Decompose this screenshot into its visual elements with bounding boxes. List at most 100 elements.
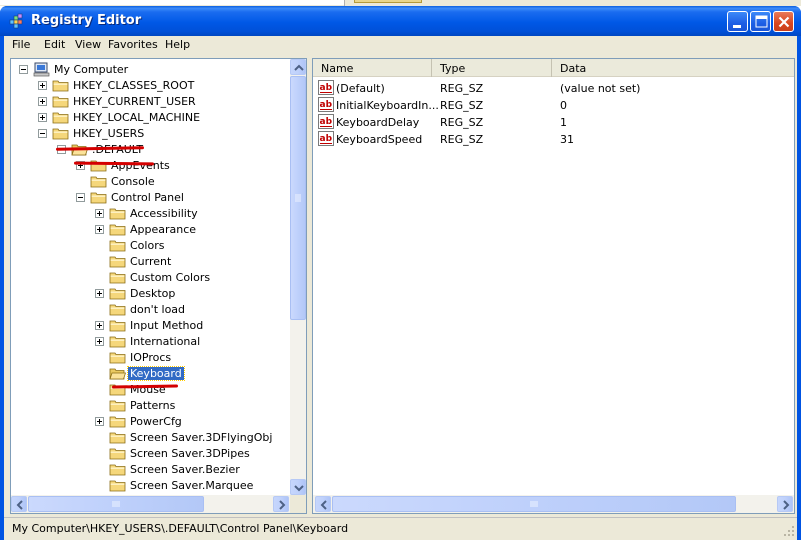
tree-node[interactable]: don't load	[11, 302, 289, 318]
expand-plus-icon[interactable]	[38, 97, 47, 106]
tree-scroll-right-button[interactable]	[273, 496, 289, 512]
tree-node-label[interactable]: HKEY_CLASSES_ROOT	[71, 79, 196, 92]
tree-node[interactable]: Screen Saver.Marquee	[11, 478, 289, 494]
tree-node-label[interactable]: Keyboard	[127, 366, 185, 381]
minimize-button[interactable]	[727, 11, 748, 32]
expand-plus-icon[interactable]	[95, 321, 104, 330]
tree-node-label[interactable]: Screen Saver.Bezier	[128, 463, 242, 476]
tree-node[interactable]: Input Method	[11, 318, 289, 334]
expand-plus-icon[interactable]	[95, 225, 104, 234]
folder-icon	[52, 112, 69, 124]
collapse-minus-icon[interactable]	[19, 65, 28, 74]
value-row[interactable]: ab InitialKeyboardIn... REG_SZ 0	[313, 97, 794, 114]
client-area: File Edit View Favorites Help My Compute…	[4, 36, 797, 540]
tree-node-label[interactable]: Appearance	[128, 223, 198, 236]
tree-node[interactable]: HKEY_CURRENT_USER	[11, 94, 289, 110]
tree-node[interactable]: Current	[11, 254, 289, 270]
tree-node-label[interactable]: Colors	[128, 239, 166, 252]
collapse-minus-icon[interactable]	[38, 129, 47, 138]
expand-plus-icon[interactable]	[95, 209, 104, 218]
tree-scroll-down-button[interactable]	[290, 479, 306, 495]
tree-node-label[interactable]: PowerCfg	[128, 415, 184, 428]
tree-node-label[interactable]: HKEY_LOCAL_MACHINE	[71, 111, 202, 124]
tree-node-label[interactable]: Patterns	[128, 399, 177, 412]
tree-scroll-thumb[interactable]	[290, 76, 306, 320]
tree-node[interactable]: Screen Saver.3DPipes	[11, 446, 289, 462]
expand-plus-icon[interactable]	[38, 81, 47, 90]
tree-node[interactable]: Accessibility	[11, 206, 289, 222]
tree-node-label[interactable]: Accessibility	[128, 207, 200, 220]
collapse-minus-icon[interactable]	[76, 193, 85, 202]
tree-node-label[interactable]: Console	[109, 175, 157, 188]
expand-plus-icon[interactable]	[38, 113, 47, 122]
close-button[interactable]	[773, 11, 794, 32]
tree-node[interactable]: Screen Saver.Bezier	[11, 462, 289, 478]
tree-node-label[interactable]: HKEY_USERS	[71, 127, 146, 140]
tree-scroll-up-button[interactable]	[290, 59, 306, 75]
tree-node[interactable]: AppEvents	[11, 158, 289, 174]
tree-node-label[interactable]: Screen Saver.3DFlyingObj	[128, 431, 274, 444]
menu-help[interactable]: Help	[165, 38, 190, 51]
tree-node[interactable]: Screen Saver.3DFlyingObj	[11, 430, 289, 446]
tree-node-label[interactable]: My Computer	[52, 63, 130, 76]
maximize-button[interactable]	[750, 11, 771, 32]
tree-node[interactable]: Appearance	[11, 222, 289, 238]
title-bar[interactable]: Registry Editor	[0, 6, 801, 36]
open-folder-icon	[109, 368, 126, 380]
tree-node-label[interactable]: Screen Saver.Marquee	[128, 479, 255, 492]
column-header-type[interactable]: Type	[432, 59, 552, 77]
values-scroll-right-button[interactable]	[777, 496, 793, 512]
tree-node[interactable]: International	[11, 334, 289, 350]
tree-scroll-left-button[interactable]	[11, 496, 27, 512]
menu-edit[interactable]: Edit	[44, 38, 65, 51]
tree-node[interactable]: Colors	[11, 238, 289, 254]
values-pane[interactable]: Name Type Data ab (Default) REG_SZ (value n…	[312, 58, 795, 514]
tree-node-label[interactable]: AppEvents	[109, 159, 172, 172]
value-row[interactable]: ab KeyboardSpeed REG_SZ 31	[313, 131, 794, 148]
values-horizontal-scrollbar[interactable]	[313, 495, 794, 513]
menu-view[interactable]: View	[75, 38, 101, 51]
tree-node-label[interactable]: Current	[128, 255, 173, 268]
tree-node[interactable]: PowerCfg	[11, 414, 289, 430]
expand-plus-icon[interactable]	[95, 417, 104, 426]
tree-node[interactable]: HKEY_CLASSES_ROOT	[11, 78, 289, 94]
value-row[interactable]: ab KeyboardDelay REG_SZ 1	[313, 114, 794, 131]
column-header-name[interactable]: Name	[313, 59, 432, 77]
tree-node[interactable]: Desktop	[11, 286, 289, 302]
tree-node[interactable]: IOProcs	[11, 350, 289, 366]
tree-node[interactable]: My Computer	[11, 62, 289, 78]
menu-file[interactable]: File	[12, 38, 30, 51]
tree-node[interactable]: Keyboard	[11, 366, 289, 382]
value-row[interactable]: ab (Default) REG_SZ (value not set)	[313, 80, 794, 97]
tree-node-label[interactable]: Desktop	[128, 287, 177, 300]
tree-node-label[interactable]: Custom Colors	[128, 271, 212, 284]
values-scroll-left-button[interactable]	[315, 496, 331, 512]
tree-node[interactable]: Console	[11, 174, 289, 190]
tree-node-label[interactable]: Input Method	[128, 319, 205, 332]
expand-plus-icon[interactable]	[95, 289, 104, 298]
grip-icon	[112, 501, 120, 507]
tree-node[interactable]: HKEY_LOCAL_MACHINE	[11, 110, 289, 126]
column-header-data[interactable]: Data	[552, 59, 794, 77]
tree-node-label[interactable]: don't load	[128, 303, 187, 316]
tree-node-label[interactable]: Screen Saver.3DPipes	[128, 447, 252, 460]
tree-hscroll-thumb[interactable]	[28, 496, 204, 512]
registry-editor-window: Registry Editor File Edit View Favorites…	[0, 6, 801, 540]
tree-node-label[interactable]: International	[128, 335, 202, 348]
resize-grip-icon[interactable]	[783, 525, 795, 537]
menu-favorites[interactable]: Favorites	[108, 38, 158, 51]
folder-icon	[109, 336, 126, 348]
values-hscroll-thumb[interactable]	[332, 496, 736, 512]
tree-node-label[interactable]: Control Panel	[109, 191, 186, 204]
tree-node[interactable]: Control Panel	[11, 190, 289, 206]
tree-node[interactable]: Custom Colors	[11, 270, 289, 286]
key-tree-pane[interactable]: My Computer HKEY_CLASSES_ROOT HKEY_CURRENT…	[10, 58, 307, 514]
expand-plus-icon[interactable]	[95, 337, 104, 346]
tree-horizontal-scrollbar[interactable]	[11, 495, 290, 513]
tree-node-label[interactable]: IOProcs	[128, 351, 173, 364]
tree-vertical-scrollbar[interactable]	[290, 59, 306, 495]
tree-node-label[interactable]: HKEY_CURRENT_USER	[71, 95, 198, 108]
tree-node[interactable]: HKEY_USERS	[11, 126, 289, 142]
tree-node[interactable]: Patterns	[11, 398, 289, 414]
tree-node[interactable]: .DEFAULT	[11, 142, 289, 158]
